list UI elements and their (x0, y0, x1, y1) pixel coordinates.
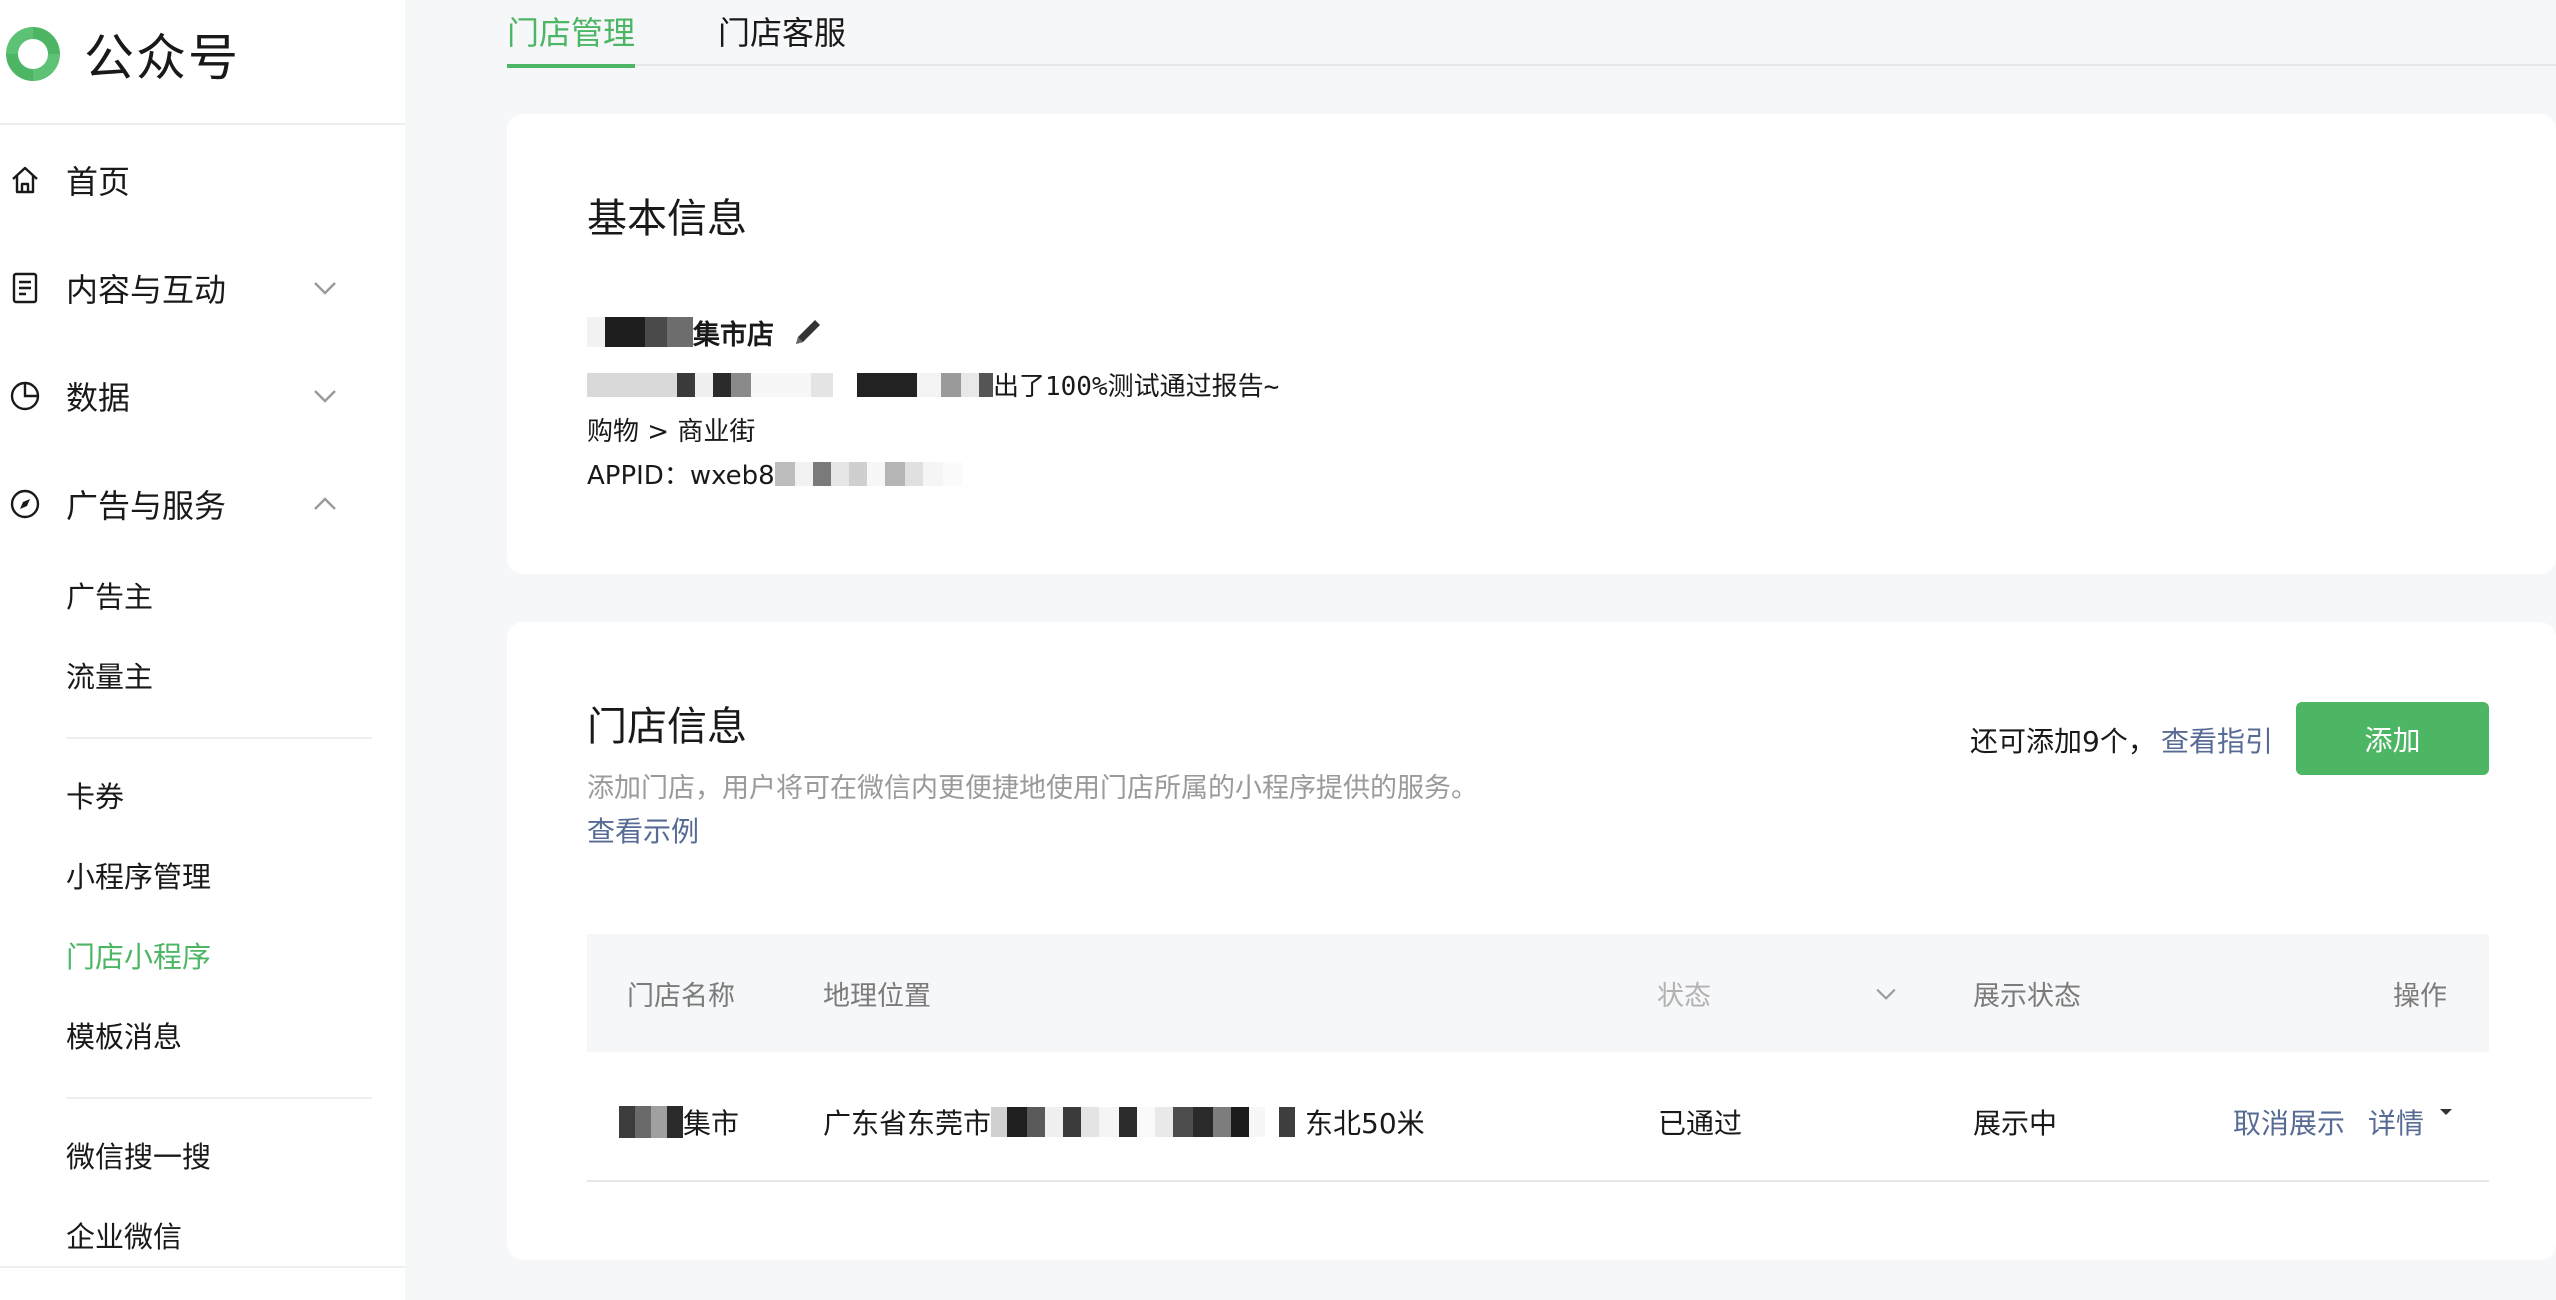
sidebar-divider (66, 1097, 372, 1099)
sidebar-divider (0, 1266, 405, 1268)
sidebar-item-home[interactable]: 首页 (0, 145, 405, 215)
sidebar-item-label: 数据 (66, 379, 131, 417)
store-category: 购物 > 商业街 (587, 417, 756, 447)
brand-name: 公众号 (84, 29, 240, 87)
cancel-display-link[interactable]: 取消展示 (2233, 1102, 2345, 1142)
detail-link-label: 详情 (2368, 1107, 2425, 1140)
store-name-cell: 集市 (619, 1102, 739, 1142)
sidebar-divider (66, 737, 372, 739)
chevron-down-icon[interactable] (308, 379, 342, 413)
column-header-actions: 操作 (2393, 981, 2447, 1012)
status-cell: 已通过 (1658, 1107, 1743, 1140)
store-name: 集市店 (693, 319, 774, 351)
display-status-cell: 展示中 (1973, 1107, 2058, 1140)
edit-pencil-icon[interactable] (788, 312, 828, 352)
sidebar-item-template-messages[interactable]: 模板消息 (66, 1015, 182, 1059)
redacted-mosaic (619, 1106, 683, 1138)
table-header: 门店名称 地理位置 状态 展示状态 操作 (587, 934, 2489, 1052)
appid-row: APPID：wxeb8 (587, 455, 963, 492)
status-filter-dropdown[interactable]: 状态 (1657, 974, 1901, 1013)
sidebar-divider (0, 123, 405, 125)
table-row: 集市 广东省东莞市 东北50米 已通过 展示中 取消展示 详情 (587, 1052, 2489, 1182)
remaining-count-text: 还可添加9个， (1970, 725, 2156, 758)
column-header-name: 门店名称 (627, 981, 735, 1012)
sidebar-item-wechat-search[interactable]: 微信搜一搜 (66, 1135, 211, 1179)
location-prefix: 广东省东莞市 (823, 1107, 992, 1140)
view-example-link[interactable]: 查看示例 (587, 810, 699, 850)
sidebar-item-publisher[interactable]: 流量主 (66, 655, 153, 699)
sidebar-item-label: 首页 (66, 163, 131, 201)
chevron-down-icon[interactable] (308, 271, 342, 305)
brand-logo[interactable]: 公众号 (0, 14, 240, 94)
column-header-display-status: 展示状态 (1973, 981, 2081, 1012)
sidebar-item-content[interactable]: 内容与互动 (0, 253, 405, 323)
redacted-mosaic (587, 372, 993, 397)
appid-label: APPID：wxeb8 (587, 461, 775, 491)
sidebar: 公众号 首页 内容与互动 数据 广告与服务 广告主 流量主 卡券 小程序管理 门… (0, 0, 405, 1300)
sidebar-item-wecom[interactable]: 企业微信 (66, 1215, 182, 1259)
pie-chart-icon (8, 379, 42, 413)
wechat-official-account-logo-icon (6, 27, 60, 81)
sidebar-item-label: 内容与互动 (66, 271, 227, 309)
tab-store-management[interactable]: 门店管理 (507, 8, 636, 68)
basic-info-card: 基本信息 集市店 出了100%测试通过报告~ 购物 > 商业街 APPID：wx… (507, 114, 2556, 574)
redacted-mosaic (587, 317, 693, 347)
test-report-row: 出了100%测试通过报告~ (587, 366, 1279, 403)
sidebar-item-data[interactable]: 数据 (0, 361, 405, 431)
compass-icon (8, 487, 42, 521)
store-name-row: 集市店 (587, 312, 828, 352)
redacted-mosaic (774, 461, 963, 486)
sidebar-item-store-miniprogram[interactable]: 门店小程序 (66, 935, 211, 979)
tab-store-customer-service[interactable]: 门店客服 (718, 8, 846, 64)
redacted-mosaic (991, 1107, 1296, 1137)
tab-bar: 门店管理 门店客服 (507, 0, 2556, 68)
chevron-down-icon (1876, 988, 1896, 1000)
basic-info-title: 基本信息 (587, 196, 747, 242)
store-name-text: 集市 (683, 1107, 740, 1140)
caret-down-icon[interactable] (2436, 1102, 2456, 1122)
test-report-text: 出了100%测试通过报告~ (993, 372, 1280, 402)
document-icon (8, 271, 42, 305)
store-info-card: 门店信息 还可添加9个， 查看指引 添加 添加门店，用户将可在微信内更便捷地使用… (507, 622, 2556, 1260)
add-store-button[interactable]: 添加 (2296, 702, 2489, 775)
chevron-up-icon[interactable] (308, 487, 342, 521)
column-header-location: 地理位置 (823, 981, 931, 1012)
sidebar-item-label: 广告与服务 (66, 487, 227, 525)
sidebar-item-ads-services[interactable]: 广告与服务 (0, 469, 405, 539)
view-guide-link[interactable]: 查看指引 (2161, 720, 2273, 760)
location-suffix: 东北50米 (1305, 1107, 1425, 1140)
store-info-title: 门店信息 (587, 704, 747, 750)
store-info-description: 添加门店，用户将可在微信内更便捷地使用门店所属的小程序提供的服务。 (587, 773, 1478, 804)
detail-link[interactable]: 详情 (2368, 1102, 2456, 1142)
sidebar-item-advertiser[interactable]: 广告主 (66, 575, 153, 619)
sidebar-item-coupons[interactable]: 卡券 (66, 775, 124, 819)
column-header-status: 状态 (1657, 981, 1711, 1012)
location-cell: 广东省东莞市 东北50米 (823, 1102, 1425, 1142)
sidebar-item-miniprogram-management[interactable]: 小程序管理 (66, 855, 211, 899)
home-icon (8, 163, 42, 197)
